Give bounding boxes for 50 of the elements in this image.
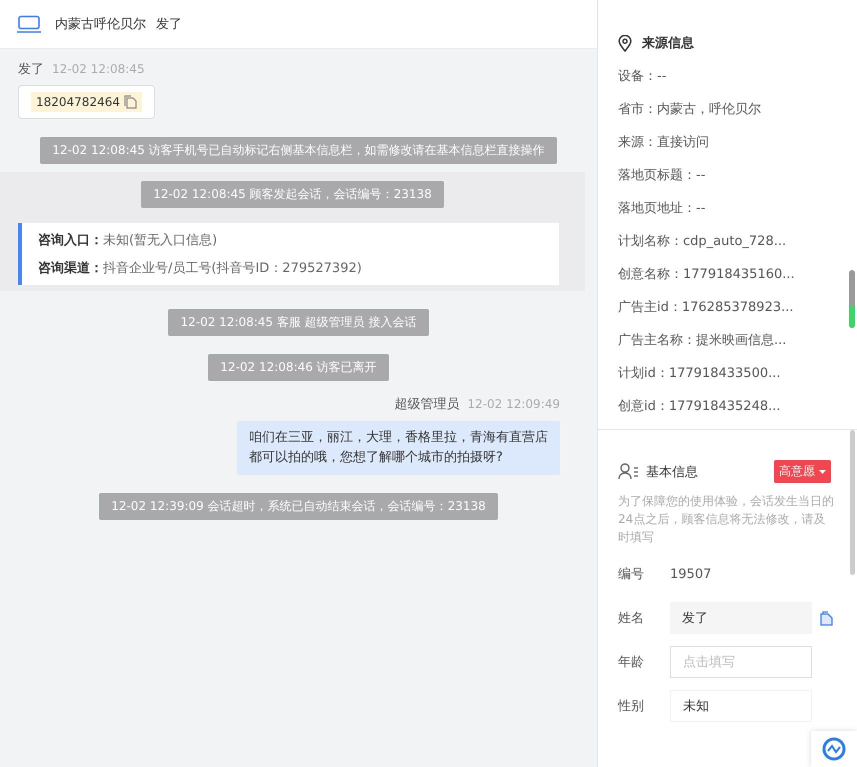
source-info-item: 创意id：177918435248... — [618, 398, 782, 416]
laptop-icon — [17, 15, 41, 33]
source-info-item: 广告主名称：提米映画信息... — [618, 332, 788, 350]
source-info-item: 创意名称：177918435160... — [618, 266, 796, 284]
copy-icon[interactable] — [124, 95, 137, 109]
entry-value: 未知(暂无入口信息) — [103, 233, 218, 248]
source-info-item: 广告主id：176285378923... — [618, 299, 795, 317]
logo-icon — [822, 737, 846, 761]
select-field[interactable]: 未知 — [670, 690, 812, 722]
message-text: 都可以拍的哦，您想了解哪个城市的拍摄呀? — [249, 449, 504, 467]
message-time: 12-02 12:08:45 — [52, 62, 145, 76]
visitor-name: 发了 — [156, 16, 182, 33]
entry-label: 咨询渠道： — [38, 261, 103, 276]
copy-icon[interactable] — [820, 610, 833, 626]
field-label: 性别 — [618, 698, 645, 715]
source-info-item: 省市：内蒙古，呼伦贝尔 — [618, 101, 762, 119]
field-value: 19507 — [670, 566, 712, 582]
source-info-item: 落地页地址：-- — [618, 200, 706, 218]
system-message: 12-02 12:08:45 访客手机号已自动标记右侧基本信息栏，如需修改请在基本信息栏直接操作 — [40, 137, 557, 164]
sender-name: 发了 — [18, 61, 44, 78]
message-text: 咱们在三亚，丽江，大理，香格里拉，青海有直营店 — [249, 429, 548, 447]
visitor-location: 内蒙古呼伦贝尔 — [55, 16, 146, 33]
field-label: 姓名 — [618, 610, 645, 627]
scrollbar-thumb[interactable] — [849, 270, 855, 328]
source-info-item: 来源：直接访问 — [618, 134, 710, 152]
intent-tag-dropdown[interactable]: 高意愿 — [774, 460, 831, 483]
system-message: 12-02 12:08:45 客服 超级管理员 接入会话 — [168, 309, 429, 336]
message-time: 12-02 12:09:49 — [467, 397, 560, 411]
entry-value: 抖音企业号/员工号(抖音号ID：279527392) — [103, 261, 362, 276]
section-title: 基本信息 — [646, 464, 699, 480]
location-pin-icon — [618, 34, 632, 52]
system-message: 12-02 12:08:45 顾客发起会话，会话编号：23138 — [141, 181, 444, 208]
source-info-item: 落地页标题：-- — [618, 167, 706, 185]
system-message: 12-02 12:08:46 访客已离开 — [208, 354, 389, 381]
user-list-icon — [618, 463, 640, 480]
source-info-item: 设备：-- — [618, 68, 668, 86]
floating-widget[interactable] — [811, 731, 857, 767]
field-label: 编号 — [618, 566, 645, 583]
caret-icon — [819, 470, 826, 474]
scrollbar-thumb[interactable] — [850, 430, 855, 575]
input-field[interactable]: 点击填写 — [670, 646, 812, 678]
entry-label: 咨询入口： — [38, 233, 103, 248]
section-title: 来源信息 — [642, 35, 694, 52]
notice-text: 为了保障您的使用体验，会话发生当日的24点之后，顾客信息将无法修改，请及时填写 — [618, 493, 835, 546]
field-label: 年龄 — [618, 654, 645, 671]
system-message: 12-02 12:39:09 会话超时，系统已自动结束会话，会话编号：23138 — [99, 493, 498, 520]
sender-name: 超级管理员 — [394, 396, 460, 413]
source-info-item: 计划id：177918433500... — [618, 365, 782, 383]
source-info-item: 计划名称：cdp_auto_728... — [618, 233, 788, 251]
name-field[interactable]: 发了 — [670, 602, 812, 634]
